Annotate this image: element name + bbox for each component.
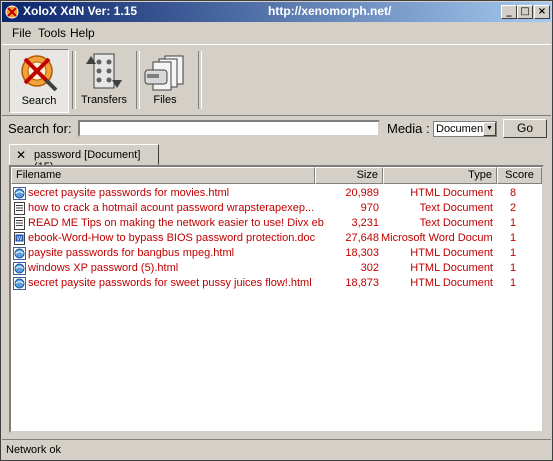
toolbar-separator [198,51,202,109]
row-filename: READ ME Tips on making the network easie… [28,217,324,229]
row-filename: windows XP password (5).html [28,262,179,274]
table-row[interactable]: secret paysite passwords for movies.html… [11,186,542,201]
media-select-value: Document [436,123,487,135]
row-score: 1 [509,247,517,259]
row-filename: ebook-Word-How to bypass BIOS password p… [28,232,316,244]
column-score[interactable]: Score [497,167,542,184]
table-row[interactable]: how to crack a hotmail acount password w… [11,201,542,216]
row-filename: paysite passwords for bangbus mpeg.html [28,247,235,259]
row-type: Text Document [419,202,493,214]
search-bar: Search for: Media : Document ▼ Go [2,117,551,141]
column-type[interactable]: Type [383,167,497,184]
results-header: Filename Size Type Score [11,167,542,184]
column-filename[interactable]: Filename [11,167,315,184]
row-filename: how to crack a hotmail acount password w… [28,202,315,214]
html-icon [13,247,26,260]
html-icon [13,187,26,200]
close-button[interactable]: × [534,5,550,19]
table-row[interactable]: secret paysite passwords for sweet pussy… [11,276,542,291]
row-size: 18,303 [345,247,379,259]
row-score: 8 [509,187,517,199]
maximize-button[interactable]: □ [517,5,533,19]
column-size[interactable]: Size [315,167,383,184]
window-title: XoloX XdN Ver: 1.15 [23,4,138,18]
row-score: 1 [509,217,517,229]
transfers-tool-label: Transfers [80,94,128,106]
row-size: 18,873 [345,277,379,289]
table-row[interactable]: Webook-Word-How to bypass BIOS password … [11,231,542,246]
row-filename: secret paysite passwords for movies.html [28,187,230,199]
row-type: Microsoft Word Docum... [381,232,493,244]
text-icon [13,217,26,230]
row-size: 970 [360,202,379,214]
word-icon: W [13,232,26,245]
title-url: http://xenomorph.net/ [268,4,392,18]
files-tool-button[interactable]: Files [135,49,195,113]
files-icon [144,55,184,91]
transfers-tool-button[interactable]: Transfers [74,49,134,113]
search-tool-label: Search [21,95,57,107]
title-bar[interactable]: XoloX XdN Ver: 1.15 http://xenomorph.net… [2,2,551,22]
search-input[interactable] [78,120,380,137]
search-label: Search for: [8,121,72,136]
files-tool-label: Files [153,94,177,106]
go-button[interactable]: Go [503,119,547,138]
media-select[interactable]: Document ▼ [433,121,497,137]
row-score: 1 [509,232,517,244]
search-tool-button[interactable]: Search [9,49,69,113]
row-score: 1 [509,262,517,274]
svg-text:W: W [17,236,23,243]
menu-help[interactable]: Help [70,26,95,40]
row-type: HTML Document [410,277,493,289]
row-size: 27,648 [345,232,379,244]
row-score: 1 [509,277,517,289]
search-globe-icon [21,55,58,92]
results-rows: secret paysite passwords for movies.html… [11,186,542,291]
row-type: HTML Document [410,262,493,274]
row-type: HTML Document [410,247,493,259]
close-tab-icon[interactable]: ✕ [16,148,26,162]
results-list[interactable]: Filename Size Type Score secret paysite … [9,165,544,433]
media-label: Media : [387,121,430,136]
app-window: XoloX XdN Ver: 1.15 http://xenomorph.net… [0,0,553,461]
transfers-icon [86,53,122,89]
row-filename: secret paysite passwords for sweet pussy… [28,277,312,289]
row-type: Text Document [419,217,493,229]
status-text: Network ok [6,444,62,456]
html-icon [13,262,26,275]
status-bar: Network ok [2,439,551,459]
row-score: 2 [509,202,517,214]
menu-tools[interactable]: Tools [38,26,66,40]
table-row[interactable]: READ ME Tips on making the network easie… [11,216,542,231]
app-icon [5,5,19,19]
results-tab[interactable]: ✕ password [Document] (15) [9,144,159,173]
table-row[interactable]: windows XP password (5).html 302 HTML Docu… [11,261,542,276]
row-size: 20,989 [345,187,379,199]
chevron-down-icon[interactable]: ▼ [483,122,496,136]
table-row[interactable]: paysite passwords for bangbus mpeg.html 1… [11,246,542,261]
row-type: HTML Document [410,187,493,199]
minimize-button[interactable]: _ [501,5,517,19]
row-size: 302 [360,262,379,274]
text-icon [13,202,26,215]
row-size: 3,231 [351,217,379,229]
menu-bar: File Tools Help [2,23,551,43]
html-icon [13,277,26,290]
toolbar: Search Transfers Files [2,44,551,116]
menu-file[interactable]: File [12,26,31,40]
